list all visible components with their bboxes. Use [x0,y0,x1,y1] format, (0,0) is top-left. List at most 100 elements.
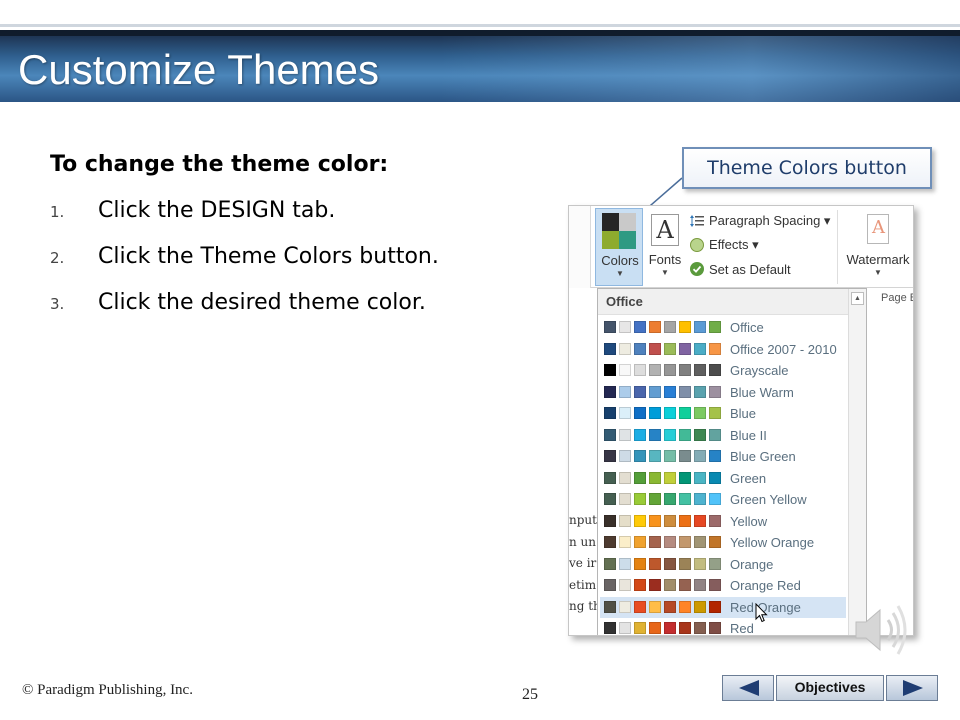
mouse-pointer-icon [755,603,768,623]
set-as-default-label: Set as Default [709,261,791,277]
steps-heading: To change the theme color: [50,152,389,177]
scroll-up-icon[interactable]: ▲ [851,292,864,305]
theme-color-option[interactable]: Office [600,317,846,338]
color-swatch [604,536,616,548]
color-swatch [649,321,661,333]
color-swatch [649,536,661,548]
title-bar: Customize Themes [0,24,960,102]
color-swatch [619,471,631,484]
set-as-default-button[interactable]: Set as Default [689,258,791,280]
effects-button[interactable]: Effects ▾ [689,234,759,256]
theme-fonts-button[interactable]: A Fonts ▼ [645,208,685,286]
dropdown-section-header: Office [598,289,848,315]
theme-color-option[interactable]: Blue Warm [600,382,846,403]
theme-colors-button[interactable]: Colors ▼ [595,208,643,286]
page-number: 25 [522,686,538,703]
color-swatch [619,579,631,591]
color-swatch [619,622,631,634]
color-swatch [604,450,616,462]
color-swatch [664,342,676,355]
theme-color-option[interactable]: Blue [600,403,846,424]
color-swatch [664,514,676,527]
slide-title: Customize Themes [18,46,380,93]
color-swatch [649,385,661,398]
color-swatch [664,321,676,333]
step-text: Click the DESIGN tab. [98,198,336,223]
color-swatch [649,514,661,527]
color-swatch [649,622,661,634]
color-swatch [634,622,646,634]
color-swatch [664,536,676,548]
color-swatch [604,557,616,570]
previous-slide-button[interactable] [722,675,774,701]
color-swatch [649,342,661,355]
color-swatch [619,428,631,441]
theme-color-option[interactable]: Red [600,618,846,635]
color-swatch [694,364,706,376]
color-swatch [664,407,676,419]
theme-color-option[interactable]: Orange [600,554,846,575]
color-swatch [664,450,676,462]
speaker-icon[interactable] [848,598,912,662]
theme-color-option[interactable]: Blue II [600,425,846,446]
color-swatch [604,493,616,505]
theme-color-option[interactable]: Office 2007 - 2010 [600,339,846,360]
color-swatch [694,622,706,634]
next-slide-button[interactable] [886,675,938,701]
color-swatch [664,622,676,634]
theme-color-option[interactable]: Green Yellow [600,489,846,510]
color-swatch [709,428,721,441]
theme-color-option[interactable]: Blue Green [600,446,846,467]
color-swatch [604,364,616,376]
color-swatch [664,428,676,441]
color-swatch [679,407,691,419]
color-swatch [619,450,631,462]
word-design-screenshot: Colors ▼ A Fonts ▼ Paragraph Spacing ▾ E… [568,205,914,636]
chevron-down-icon: ▼ [661,268,669,277]
objectives-button[interactable]: Objectives [776,675,884,701]
color-swatch [604,514,616,527]
color-swatch [694,407,706,419]
document-text-fragments: nput n un ve ir etim ng th [569,510,599,618]
theme-name: Blue [730,406,757,421]
color-swatch [709,321,721,333]
theme-name: Grayscale [730,363,789,378]
color-swatch [649,557,661,570]
color-swatch [619,514,631,527]
color-swatch [679,471,691,484]
color-swatch [679,579,691,591]
color-swatch [694,557,706,570]
paragraph-spacing-button[interactable]: Paragraph Spacing ▾ [689,210,830,232]
dropdown-scrollbar[interactable]: ▲ [848,289,866,635]
theme-color-option[interactable]: Yellow [600,511,846,532]
color-swatch [679,536,691,548]
theme-name: Yellow [730,513,768,529]
theme-color-option[interactable]: Orange Red [600,575,846,596]
color-swatch [634,428,646,441]
watermark-button[interactable]: Watermark ▼ [841,208,913,286]
color-swatch [604,321,616,333]
color-swatch [634,493,646,505]
color-swatch [694,428,706,441]
theme-name: Orange Red [730,578,801,593]
color-swatch [634,450,646,462]
theme-color-option[interactable]: Red Orange [600,596,846,618]
color-swatch [634,557,646,570]
step-3: 3. Click the desired theme color. [50,290,439,336]
color-swatch [664,557,676,570]
theme-name: Office [730,320,764,335]
color-swatch [709,514,721,527]
color-swatch [634,536,646,548]
color-swatch [604,471,616,484]
color-swatch [694,450,706,462]
color-swatch [694,385,706,398]
theme-color-option[interactable]: Yellow Orange [600,532,846,553]
doc-line: ve ir [569,556,597,570]
theme-name: Orange [730,556,774,572]
theme-color-option[interactable]: Green [600,468,846,489]
color-swatch [679,493,691,505]
theme-color-option[interactable]: Grayscale [600,360,846,381]
color-swatch [604,428,616,441]
color-swatch [634,342,646,355]
step-1: 1. Click the DESIGN tab. [50,198,439,244]
